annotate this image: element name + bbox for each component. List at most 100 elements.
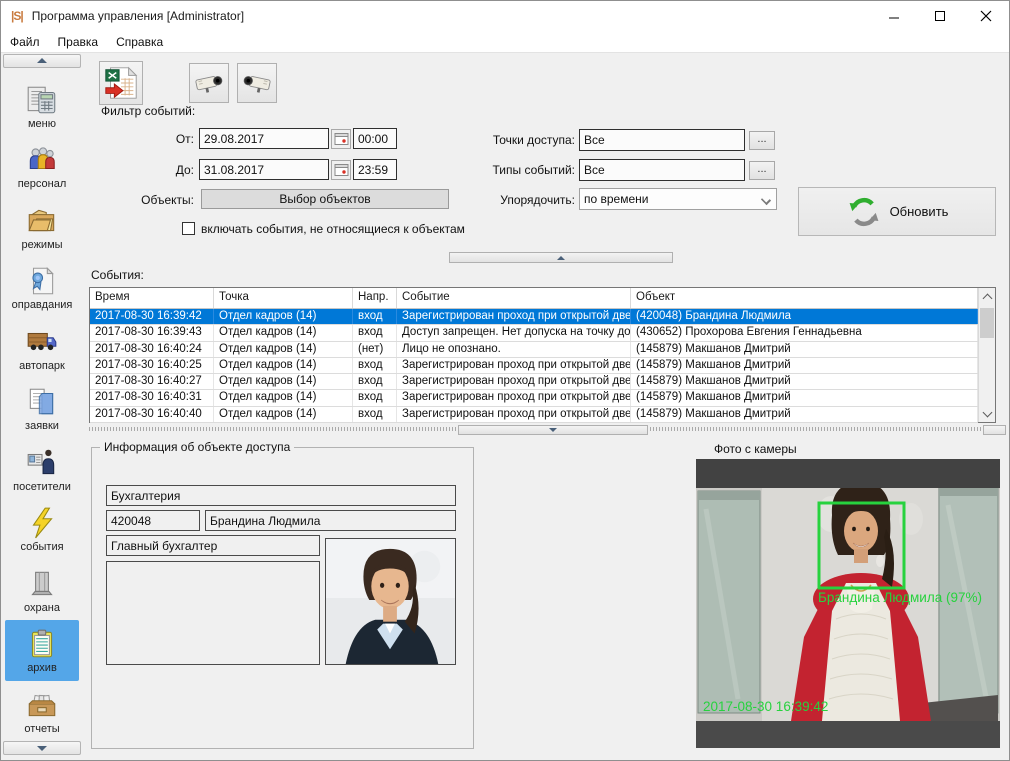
chevron-down-icon — [761, 195, 771, 205]
splitter-end-button[interactable] — [983, 425, 1006, 435]
access-object-info-panel: Информация об объекте доступа Бухгалтери… — [91, 447, 474, 749]
sidebar-item-events[interactable]: события — [5, 499, 79, 560]
app-logo-icon: |S| — [11, 9, 23, 23]
minimize-button[interactable] — [871, 1, 917, 31]
sidebar-label: посетители — [13, 481, 71, 493]
column-header-event[interactable]: Событие — [397, 288, 631, 308]
chevron-up-icon — [37, 58, 47, 63]
menu-edit[interactable]: Правка — [49, 32, 108, 52]
close-button[interactable] — [963, 1, 1009, 31]
scrollbar-thumb[interactable] — [980, 308, 994, 338]
access-points-more-button[interactable]: ... — [749, 131, 775, 150]
column-header-direction[interactable]: Напр. — [353, 288, 397, 308]
department-field: Бухгалтерия — [106, 485, 456, 506]
sidebar-label: меню — [28, 118, 56, 130]
filter-section-label: Фильтр событий: — [101, 104, 195, 118]
order-by-label: Упорядочить: — [451, 193, 575, 207]
clipboard-icon — [25, 627, 59, 661]
menu-file[interactable]: Файл — [1, 32, 49, 52]
certificate-icon — [25, 264, 59, 298]
access-points-input[interactable]: Все — [579, 129, 745, 151]
camera-panel-title: Фото с камеры — [714, 442, 797, 456]
card-file-icon — [25, 688, 59, 722]
splitter-collapse-down-button[interactable] — [458, 425, 648, 435]
sidebar-item-menu[interactable]: меню — [5, 76, 79, 137]
excel-export-icon — [102, 64, 140, 102]
event-types-input[interactable]: Все — [579, 159, 745, 181]
sidebar-item-requests[interactable]: заявки — [5, 378, 79, 439]
events-table-header: Время Точка Напр. Событие Объект — [90, 288, 978, 309]
sidebar-scroll-down-button[interactable] — [3, 741, 81, 755]
chevron-up-icon — [982, 293, 992, 303]
from-time-input[interactable]: 00:00 — [353, 128, 397, 149]
chevron-up-icon — [557, 256, 565, 260]
menu-bar: Файл Правка Справка — [1, 31, 1009, 53]
scroll-up-button[interactable] — [979, 288, 995, 304]
sidebar-item-reports[interactable]: отчеты — [5, 681, 79, 742]
sidebar-item-modes[interactable]: режимы — [5, 197, 79, 258]
camera-photo: Брандина Людмила (97%) 2017-08-30 16:39:… — [696, 459, 1000, 748]
sidebar-item-archive[interactable]: архив — [5, 620, 79, 681]
camera-right-icon — [191, 65, 227, 101]
sidebar-label: архив — [27, 662, 57, 674]
to-time-input[interactable]: 23:59 — [353, 159, 397, 180]
table-row[interactable]: 2017-08-30 16:40:27Отдел кадров (14)вход… — [90, 374, 978, 390]
refresh-button-label: Обновить — [890, 204, 949, 219]
table-row[interactable]: 2017-08-30 16:39:43Отдел кадров (14)вход… — [90, 325, 978, 341]
order-by-select[interactable]: по времени — [579, 188, 777, 210]
maximize-button[interactable] — [917, 1, 963, 31]
calendar-icon — [334, 163, 349, 177]
export-excel-button[interactable] — [99, 61, 143, 105]
scroll-down-button[interactable] — [979, 406, 995, 422]
sidebar-scroll-up-button[interactable] — [3, 54, 81, 68]
table-row[interactable]: 2017-08-30 16:40:24Отдел кадров (14)(нет… — [90, 342, 978, 358]
app-window: |S| Программа управления [Administrator]… — [0, 0, 1010, 761]
portrait-image — [326, 539, 455, 664]
camera-timestamp: 2017-08-30 16:39:42 — [703, 699, 828, 714]
from-date-input[interactable]: 29.08.2017 — [199, 128, 329, 149]
to-date-input[interactable]: 31.08.2017 — [199, 159, 329, 180]
events-table: Время Точка Напр. Событие Объект 2017-08… — [89, 287, 996, 423]
select-objects-button[interactable]: Выбор объектов — [201, 189, 449, 209]
column-header-object[interactable]: Объект — [631, 288, 978, 308]
column-header-time[interactable]: Время — [90, 288, 214, 308]
order-by-value: по времени — [584, 192, 648, 206]
menu-help[interactable]: Справка — [107, 32, 172, 52]
chevron-down-icon — [982, 407, 992, 417]
events-scrollbar[interactable] — [978, 288, 995, 422]
sidebar-label: автопарк — [19, 360, 65, 372]
event-types-more-button[interactable]: ... — [749, 161, 775, 180]
access-points-label: Точки доступа: — [451, 133, 575, 147]
column-header-point[interactable]: Точка — [214, 288, 353, 308]
recognition-label: Брандина Людмила (97%) — [818, 590, 982, 605]
menu-notepad-icon — [25, 83, 59, 117]
refresh-icon — [846, 194, 882, 230]
camera-frame-image: Брандина Людмила (97%) 2017-08-30 16:39:… — [696, 459, 1000, 748]
events-section-label: События: — [91, 268, 144, 282]
person-photo — [325, 538, 456, 665]
splitter-collapse-up-button[interactable] — [449, 252, 673, 263]
sidebar-nav: меню персонал — [1, 54, 83, 760]
refresh-button[interactable]: Обновить — [798, 187, 996, 236]
camera-1-button[interactable] — [189, 63, 229, 103]
person-name-field: Брандина Людмила — [205, 510, 456, 531]
sidebar-item-excuses[interactable]: оправдания — [5, 257, 79, 318]
close-icon — [980, 10, 992, 22]
calendar-icon — [334, 132, 349, 146]
table-row[interactable]: 2017-08-30 16:40:31Отдел кадров (14)вход… — [90, 390, 978, 406]
table-row[interactable]: 2017-08-30 16:39:42Отдел кадров (14)вход… — [90, 309, 978, 325]
include-events-checkbox[interactable] — [182, 222, 195, 235]
table-row[interactable]: 2017-08-30 16:40:25Отдел кадров (14)вход… — [90, 358, 978, 374]
objects-label: Объекты: — [101, 193, 194, 207]
truck-icon — [25, 325, 59, 359]
to-date-calendar-button[interactable] — [331, 160, 351, 180]
sidebar-item-guard[interactable]: охрана — [5, 560, 79, 621]
from-date-calendar-button[interactable] — [331, 129, 351, 149]
table-row[interactable]: 2017-08-30 16:40:40Отдел кадров (14)вход… — [90, 407, 978, 423]
camera-2-button[interactable] — [237, 63, 277, 103]
event-types-label: Типы событий: — [451, 163, 575, 177]
sidebar-item-personnel[interactable]: персонал — [5, 136, 79, 197]
sidebar-item-fleet[interactable]: автопарк — [5, 318, 79, 379]
server-tower-icon — [25, 567, 59, 601]
sidebar-item-visitors[interactable]: посетители — [5, 439, 79, 500]
